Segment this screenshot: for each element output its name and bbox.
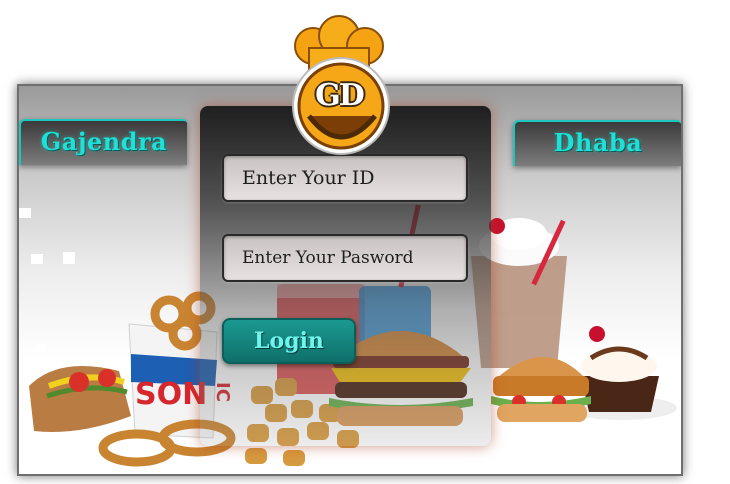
logo-initials: GD bbox=[315, 78, 365, 113]
login-button[interactable]: Login bbox=[222, 318, 356, 364]
brand-banner-right: Dhaba bbox=[513, 120, 681, 166]
sonic-cup-text: SON bbox=[135, 377, 207, 412]
hot-dog bbox=[29, 366, 131, 432]
brand-name-dhaba: Dhaba bbox=[553, 128, 643, 157]
password-input[interactable] bbox=[222, 234, 468, 282]
brand-banner-left: Gajendra bbox=[19, 119, 187, 165]
brand-name-gajendra: Gajendra bbox=[40, 127, 168, 156]
